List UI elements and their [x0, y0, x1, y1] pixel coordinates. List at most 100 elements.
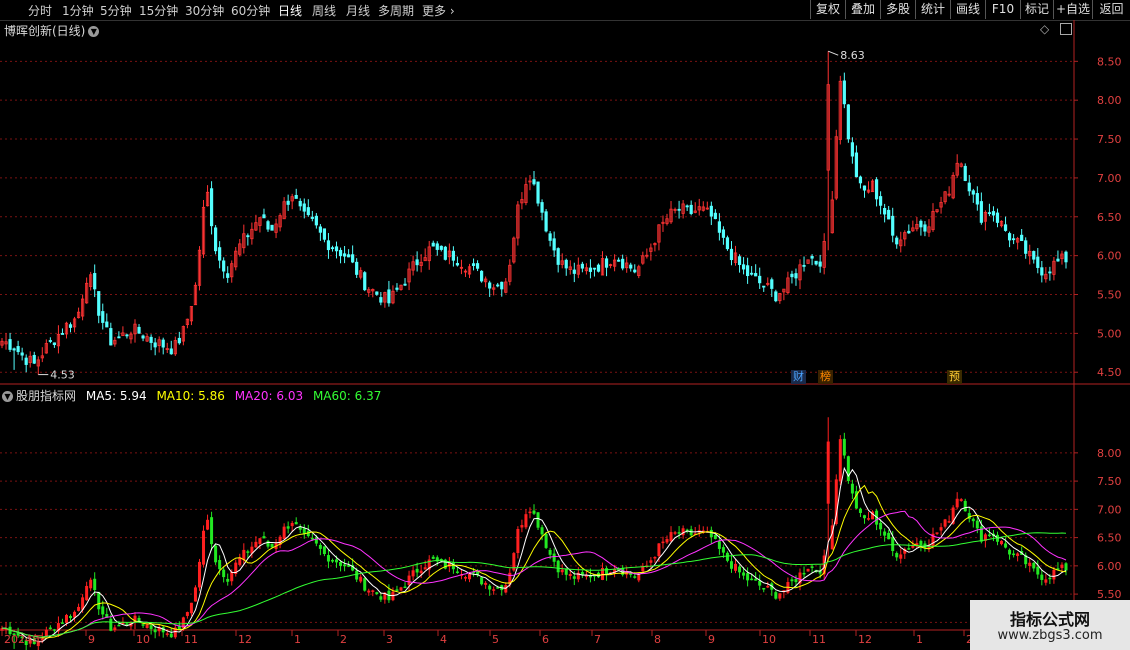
indicator-body	[1012, 553, 1016, 556]
indicator-body	[165, 633, 169, 635]
indicator-body	[778, 593, 782, 599]
candle-body	[330, 247, 335, 250]
indicator-body	[729, 561, 733, 569]
indicator-body	[468, 573, 472, 580]
candle-body	[451, 250, 455, 261]
candle-body	[540, 202, 544, 213]
indicator-body	[568, 574, 572, 576]
finance-badge[interactable]: 财	[791, 370, 806, 384]
candle-body	[750, 272, 754, 275]
chevron-down-icon[interactable]: ▼	[2, 391, 13, 402]
x-tick-label: 2	[340, 633, 347, 646]
candle-body	[895, 237, 899, 245]
indicator-body	[766, 585, 770, 588]
y-tick-label: 7.50	[1097, 475, 1122, 488]
x-tick-label: 1	[294, 633, 301, 646]
candle-body	[556, 248, 560, 265]
indicator-body	[850, 483, 854, 494]
indicator-body	[750, 578, 754, 581]
candle-body	[923, 224, 927, 232]
indicator-body	[355, 570, 359, 580]
indicator-body	[189, 602, 193, 614]
candle-body	[854, 152, 859, 178]
indicator-body	[677, 532, 681, 534]
candle-body	[169, 348, 173, 355]
indicator-body	[480, 577, 484, 585]
high-label: 8.63	[840, 49, 865, 62]
indicator-body	[762, 588, 766, 590]
candle-body	[564, 259, 568, 269]
indicator-body	[423, 567, 427, 570]
indicator-body	[246, 551, 250, 553]
diamond-icon[interactable]: ◇	[1040, 22, 1049, 36]
indicator-body	[552, 553, 556, 562]
candle-body	[68, 324, 73, 328]
candle-body	[322, 228, 327, 240]
indicator-body	[395, 589, 399, 591]
indicator-body	[633, 576, 637, 578]
candle-body	[209, 188, 214, 227]
candle-body	[302, 203, 306, 212]
panel-toggle-icon[interactable]	[1060, 23, 1072, 35]
indicator-body	[77, 606, 81, 611]
indicator-body	[48, 627, 52, 630]
candle-body	[689, 204, 693, 214]
indicator-body	[911, 545, 915, 548]
indicator-body	[734, 563, 738, 571]
candle-body	[218, 247, 222, 261]
indicator-body	[270, 543, 274, 548]
candle-body	[32, 354, 36, 364]
forecast-badge[interactable]: 预	[947, 370, 962, 384]
indicator-body	[97, 591, 101, 610]
candle-body	[717, 221, 721, 233]
indicator-body	[185, 612, 189, 616]
indicator-body	[89, 579, 93, 589]
candle-body	[762, 285, 766, 288]
indicator-body	[746, 573, 750, 581]
indicator-body	[52, 629, 56, 631]
indicator-body	[431, 556, 435, 559]
indicator-body	[520, 525, 524, 528]
indicator-body	[290, 522, 294, 527]
indicator-body	[218, 560, 222, 570]
candle-body	[1048, 271, 1052, 274]
candle-body	[48, 340, 52, 342]
candle-body	[544, 211, 548, 232]
candle-body	[737, 256, 742, 265]
candle-body	[552, 238, 556, 251]
indicator-body	[971, 518, 975, 522]
stock-title: 博晖创新(日线)	[4, 24, 86, 38]
candle-body	[342, 253, 347, 257]
candle-body	[758, 275, 762, 284]
x-tick-label: 9	[88, 633, 95, 646]
indicator-body	[887, 532, 891, 540]
candle-body	[16, 346, 20, 353]
indicator-body	[758, 580, 762, 586]
candle-body	[1020, 234, 1024, 242]
candle-body	[685, 205, 689, 208]
high-marker	[828, 50, 839, 56]
indicator-body	[838, 439, 842, 482]
indicator-body	[230, 571, 234, 582]
dragon-tiger-badge[interactable]: 榜	[818, 370, 833, 384]
candle-body	[439, 245, 443, 250]
chevron-down-icon[interactable]: ▼	[88, 26, 100, 37]
candle-body	[802, 264, 806, 267]
indicator-body	[947, 521, 951, 523]
candle-body	[979, 201, 983, 223]
candle-body	[488, 282, 492, 289]
candle-body	[850, 142, 854, 157]
candle-body	[117, 336, 121, 339]
indicator-name: 股朋指标网	[16, 389, 77, 403]
candle-body	[109, 328, 113, 346]
indicator-body	[528, 511, 532, 514]
candle-body	[729, 248, 734, 261]
indicator-body	[214, 545, 218, 563]
indicator-body	[286, 526, 290, 529]
indicator-body	[867, 518, 871, 520]
candle-body	[907, 230, 911, 234]
indicator-body	[310, 537, 314, 540]
indicator-body	[113, 627, 117, 631]
kline-chart[interactable]: 8.50 8.00 7.50 7.00 6.50 6.00 5.50 5.00 4.50 8.00…	[0, 0, 1130, 650]
ma5-line	[1, 466, 1067, 643]
